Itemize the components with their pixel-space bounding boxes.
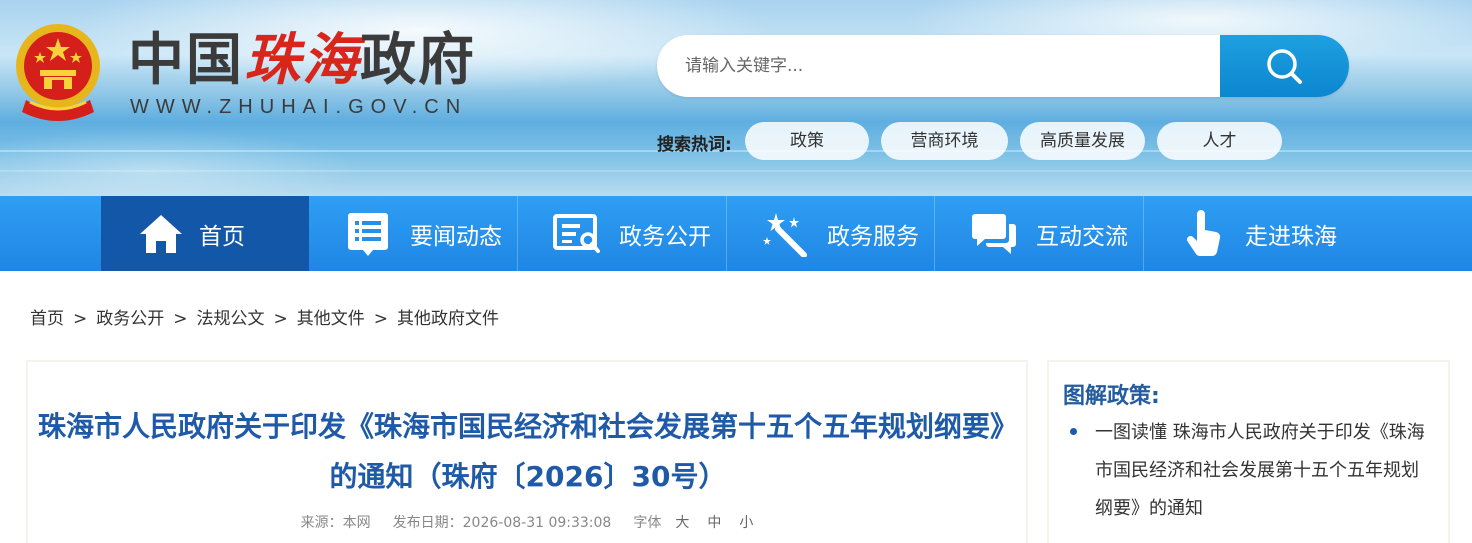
site-header: 中国珠海政府 WWW.ZHUHAI.GOV.CN 搜索热词: 政策 营商环境 高…: [0, 0, 1472, 196]
source-label: 来源：: [300, 515, 343, 531]
article-meta: 来源：本网 发布日期：2026-08-31 09:33:08 字体大 中 小: [28, 512, 1026, 532]
breadcrumb-separator: >: [173, 309, 188, 329]
nav-label: 政务服务: [827, 223, 919, 250]
nav-label: 政务公开: [619, 223, 711, 250]
article-title: 珠海市人民政府关于印发《珠海市国民经济和社会发展第十五个五年规划纲要》的通知（珠…: [37, 410, 1018, 493]
nav-item-gov-open[interactable]: 政务公开: [519, 196, 727, 271]
main-nav: 首页 要闻动态 政务公开 政务服务 互动交流 走进珠海: [0, 196, 1472, 271]
hot-words-label: 搜索热词:: [657, 135, 732, 155]
font-size-label: 字体: [633, 515, 662, 531]
font-size-small-button[interactable]: 小: [739, 515, 753, 531]
nav-item-news[interactable]: 要闻动态: [310, 196, 518, 271]
bullet-icon: [1070, 428, 1077, 435]
logo-text-china: 中国: [128, 28, 244, 93]
nav-item-about-zhuhai[interactable]: 走进珠海: [1145, 196, 1353, 271]
breadcrumb-item[interactable]: 其他文件: [297, 309, 365, 329]
nav-item-home[interactable]: 首页: [101, 196, 309, 271]
font-size-medium-button[interactable]: 中: [707, 515, 721, 531]
sea-wave: [0, 170, 1472, 172]
date-label: 发布日期：: [392, 515, 463, 531]
hot-word-tag[interactable]: 营商环境: [881, 122, 1008, 160]
breadcrumb-item[interactable]: 首页: [30, 309, 64, 329]
gov-open-icon: [553, 210, 601, 258]
search-bar: [657, 35, 1349, 97]
site-url: WWW.ZHUHAI.GOV.CN: [130, 96, 468, 118]
search-icon: [1267, 49, 1302, 84]
publish-date: 2026-08-31 09:33:08: [462, 515, 612, 531]
search-input[interactable]: [657, 35, 1220, 97]
breadcrumb-item[interactable]: 其他政府文件: [397, 309, 499, 329]
logo-text-gov: 政府: [360, 28, 476, 93]
policy-graphic-link[interactable]: 一图读懂 珠海市人民政府关于印发《珠海市国民经济和社会发展第十五个五年规划纲要》…: [1095, 414, 1425, 528]
breadcrumb-separator: >: [373, 309, 388, 329]
logo-text-zhuhai: 珠海: [244, 27, 360, 93]
sidebar-title: 图解政策:: [1063, 384, 1160, 409]
hot-word-tag[interactable]: 高质量发展: [1020, 122, 1145, 160]
hot-word-tag[interactable]: 人才: [1157, 122, 1282, 160]
nav-item-gov-service[interactable]: 政务服务: [727, 196, 935, 271]
hot-word-tag[interactable]: 政策: [745, 122, 869, 160]
home-icon: [137, 210, 185, 258]
nav-label: 互动交流: [1036, 223, 1128, 250]
nav-label: 走进珠海: [1245, 223, 1337, 250]
article-panel: 珠海市人民政府关于印发《珠海市国民经济和社会发展第十五个五年规划纲要》的通知（珠…: [26, 360, 1028, 543]
breadcrumb-separator: >: [73, 309, 88, 329]
news-list-icon: [344, 210, 392, 258]
site-logo[interactable]: 中国珠海政府: [128, 24, 476, 97]
breadcrumb-item[interactable]: 政务公开: [96, 309, 164, 329]
nav-label: 要闻动态: [410, 223, 502, 250]
nav-label: 首页: [199, 223, 245, 250]
source-value: 本网: [342, 515, 371, 531]
chat-bubbles-icon: [970, 210, 1018, 258]
search-button[interactable]: [1220, 35, 1349, 97]
font-size-large-button[interactable]: 大: [675, 515, 689, 531]
breadcrumb-separator: >: [273, 309, 288, 329]
breadcrumb: 首页 > 政务公开 > 法规公文 > 其他文件 > 其他政府文件: [30, 304, 499, 329]
policy-graphic-panel: 图解政策: 一图读懂 珠海市人民政府关于印发《珠海市国民经济和社会发展第十五个五…: [1047, 360, 1450, 543]
nav-item-interaction[interactable]: 互动交流: [936, 196, 1144, 271]
national-emblem-icon: [16, 24, 100, 121]
breadcrumb-item[interactable]: 法规公文: [197, 309, 265, 329]
pointer-hand-icon: [1179, 209, 1227, 258]
magic-wand-icon: [761, 210, 809, 258]
